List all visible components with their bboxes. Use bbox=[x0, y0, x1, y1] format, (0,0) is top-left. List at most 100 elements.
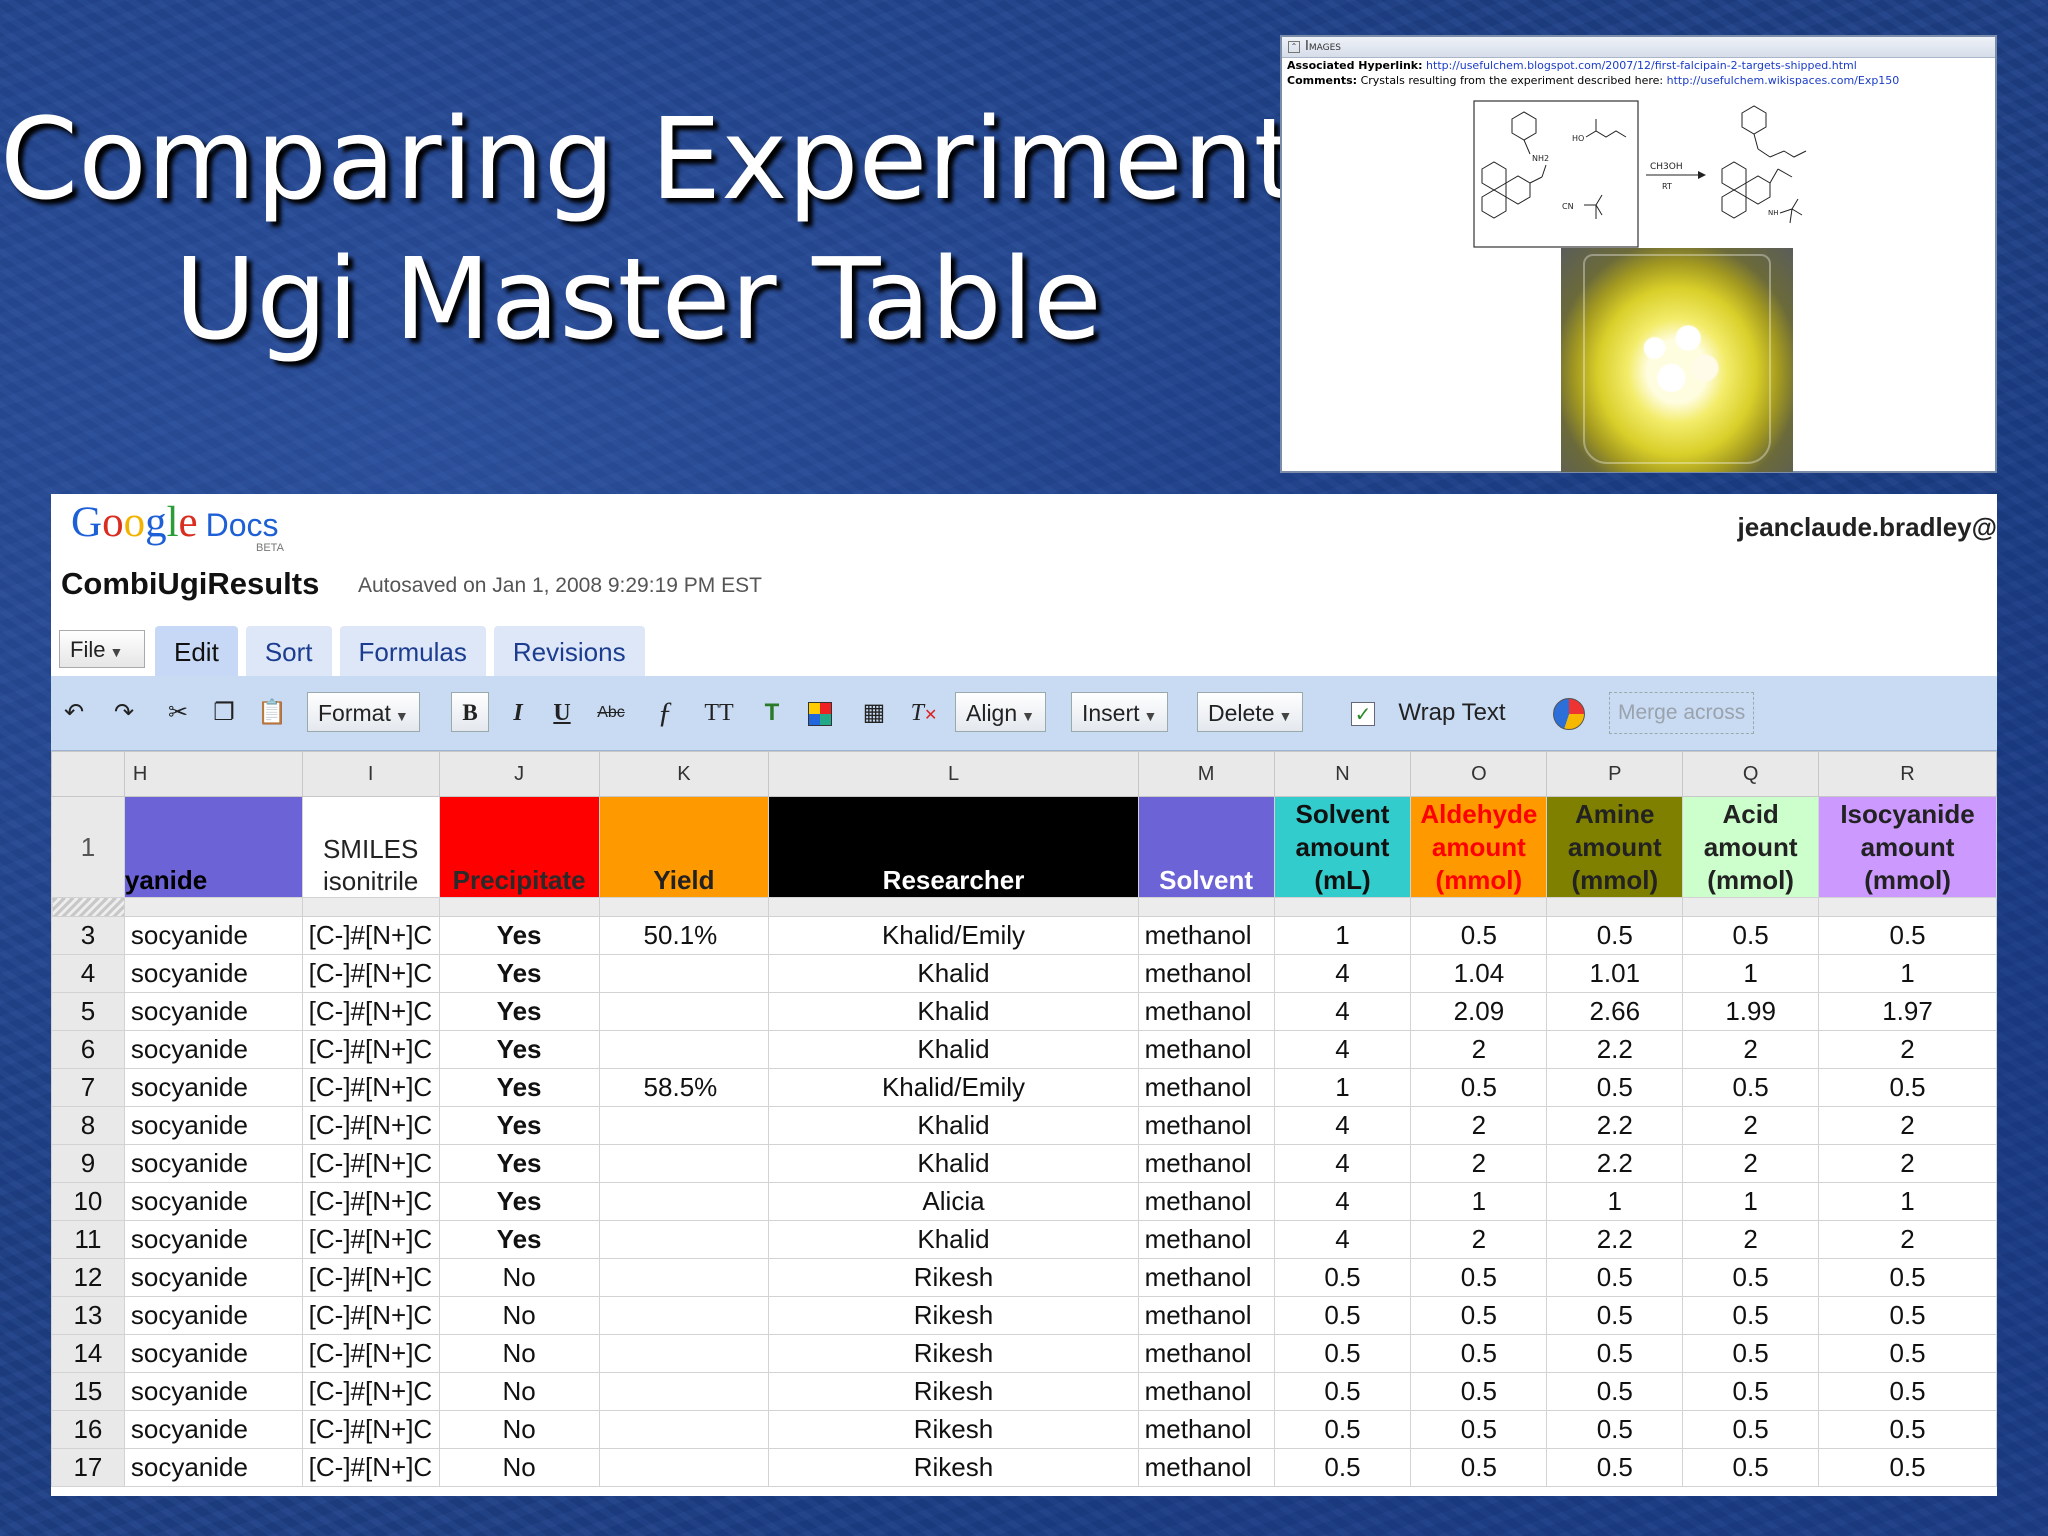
cell-i[interactable]: [C-]#[N+]C bbox=[301, 1144, 440, 1183]
cell-q[interactable]: 0.5 bbox=[1682, 1258, 1820, 1297]
column-header[interactable]: P bbox=[1546, 751, 1684, 797]
delete-menu-button[interactable]: Delete ▼ bbox=[1197, 692, 1304, 732]
cell-l[interactable]: Rikesh bbox=[768, 1448, 1139, 1487]
cell-m[interactable]: methanol bbox=[1137, 1144, 1275, 1183]
header-cell[interactable]: Researcher bbox=[768, 796, 1139, 898]
cell-o[interactable]: 2.09 bbox=[1410, 992, 1548, 1031]
cell-r[interactable]: 0.5 bbox=[1818, 1334, 1997, 1373]
row-number[interactable]: 8 bbox=[51, 1106, 125, 1145]
insert-menu-button[interactable]: Insert ▼ bbox=[1071, 692, 1169, 732]
tab-edit[interactable]: Edit bbox=[155, 626, 238, 676]
cell-i[interactable]: [C-]#[N+]C bbox=[301, 992, 440, 1031]
cell-m[interactable]: methanol bbox=[1137, 1296, 1275, 1335]
cell-r[interactable]: 2 bbox=[1818, 1144, 1997, 1183]
wrap-text-checkbox[interactable]: ✓ bbox=[1351, 702, 1375, 726]
cell-h[interactable]: socyanide bbox=[123, 992, 303, 1031]
cell-h[interactable]: socyanide bbox=[123, 1372, 303, 1411]
cell-o[interactable]: 2 bbox=[1410, 1106, 1548, 1145]
cell-k[interactable] bbox=[598, 992, 770, 1031]
row-number[interactable]: 13 bbox=[51, 1296, 125, 1335]
cell-r[interactable]: 1.97 bbox=[1818, 992, 1997, 1031]
cell-r[interactable]: 0.5 bbox=[1818, 1258, 1997, 1297]
cell-p[interactable]: 0.5 bbox=[1546, 1258, 1684, 1297]
cell-r[interactable]: 0.5 bbox=[1818, 1410, 1997, 1449]
format-menu-button[interactable]: Format ▼ bbox=[307, 692, 420, 732]
cell-q[interactable]: 2 bbox=[1682, 1106, 1820, 1145]
cell-j[interactable]: Yes bbox=[438, 1106, 600, 1145]
cell-h[interactable]: socyanide bbox=[123, 1182, 303, 1221]
cell-k[interactable] bbox=[598, 1182, 770, 1221]
row-number[interactable]: 6 bbox=[51, 1030, 125, 1069]
cell-q[interactable]: 0.5 bbox=[1682, 1334, 1820, 1373]
copy-icon[interactable]: ❐ bbox=[209, 676, 239, 750]
cell-q[interactable]: 0.5 bbox=[1682, 1372, 1820, 1411]
align-menu-button[interactable]: Align ▼ bbox=[955, 692, 1047, 732]
italic-button[interactable]: I bbox=[503, 676, 533, 750]
cell-l[interactable]: Rikesh bbox=[768, 1410, 1139, 1449]
cell-j[interactable]: Yes bbox=[438, 1068, 600, 1107]
cell-h[interactable]: socyanide bbox=[123, 1296, 303, 1335]
row-number[interactable]: 14 bbox=[51, 1334, 125, 1373]
comments-url[interactable]: http://usefulchem.wikispaces.com/Exp150 bbox=[1667, 74, 1900, 87]
header-cell[interactable]: yanide bbox=[123, 796, 303, 898]
clear-formatting-icon[interactable]: T✕ bbox=[907, 676, 941, 750]
font-size-icon[interactable]: TT bbox=[697, 676, 741, 750]
cell-l[interactable]: Khalid bbox=[768, 1144, 1139, 1183]
column-header[interactable]: M bbox=[1137, 751, 1275, 797]
cell-r[interactable]: 1 bbox=[1818, 954, 1997, 993]
cell-p[interactable]: 0.5 bbox=[1546, 1334, 1684, 1373]
cell-p[interactable]: 1.01 bbox=[1546, 954, 1684, 993]
cell-l[interactable]: Rikesh bbox=[768, 1372, 1139, 1411]
cell-l[interactable]: Khalid bbox=[768, 1106, 1139, 1145]
strikethrough-button[interactable]: Abc bbox=[591, 676, 631, 750]
tab-revisions[interactable]: Revisions bbox=[493, 626, 645, 676]
cell-i[interactable]: [C-]#[N+]C bbox=[301, 1448, 440, 1487]
cell-n[interactable]: 1 bbox=[1273, 1068, 1412, 1107]
column-header[interactable]: H bbox=[123, 751, 303, 797]
cell-m[interactable]: methanol bbox=[1137, 916, 1275, 955]
cell-k[interactable] bbox=[598, 1296, 770, 1335]
cell-j[interactable]: No bbox=[438, 1334, 600, 1373]
cell-n[interactable]: 0.5 bbox=[1273, 1296, 1412, 1335]
cell-j[interactable]: Yes bbox=[438, 992, 600, 1031]
underline-button[interactable]: U bbox=[547, 676, 577, 750]
cell-p[interactable]: 2.66 bbox=[1546, 992, 1684, 1031]
cell-q[interactable]: 0.5 bbox=[1682, 916, 1820, 955]
cell-p[interactable]: 1 bbox=[1546, 1182, 1684, 1221]
background-color-icon[interactable] bbox=[803, 676, 837, 750]
cell-k[interactable] bbox=[598, 1030, 770, 1069]
cell-k[interactable]: 50.1% bbox=[598, 916, 770, 955]
row-number[interactable]: 5 bbox=[51, 992, 125, 1031]
tab-formulas[interactable]: Formulas bbox=[339, 626, 486, 676]
cell-p[interactable]: 2.2 bbox=[1546, 1106, 1684, 1145]
freeze-handle[interactable] bbox=[51, 897, 125, 917]
cell-q[interactable]: 1 bbox=[1682, 954, 1820, 993]
cell-i[interactable]: [C-]#[N+]C bbox=[301, 1296, 440, 1335]
cell-m[interactable]: methanol bbox=[1137, 1410, 1275, 1449]
bold-button[interactable]: B bbox=[451, 692, 489, 732]
cell-i[interactable]: [C-]#[N+]C bbox=[301, 1220, 440, 1259]
cell-o[interactable]: 0.5 bbox=[1410, 1448, 1548, 1487]
cell-h[interactable]: socyanide bbox=[123, 1144, 303, 1183]
cell-p[interactable]: 0.5 bbox=[1546, 1410, 1684, 1449]
borders-icon[interactable]: ▦ bbox=[857, 676, 891, 750]
cell-p[interactable]: 0.5 bbox=[1546, 1068, 1684, 1107]
column-header[interactable]: L bbox=[768, 751, 1139, 797]
cell-k[interactable] bbox=[598, 1410, 770, 1449]
cell-l[interactable]: Khalid bbox=[768, 992, 1139, 1031]
merge-across-button[interactable]: Merge across bbox=[1609, 692, 1755, 734]
cell-p[interactable]: 0.5 bbox=[1546, 916, 1684, 955]
cell-m[interactable]: methanol bbox=[1137, 992, 1275, 1031]
cell-i[interactable]: [C-]#[N+]C bbox=[301, 916, 440, 955]
header-cell[interactable]: Solvent amount (mL) bbox=[1273, 796, 1412, 898]
cell-o[interactable]: 0.5 bbox=[1410, 1296, 1548, 1335]
cell-m[interactable]: methanol bbox=[1137, 1030, 1275, 1069]
row-number[interactable]: 3 bbox=[51, 916, 125, 955]
cell-n[interactable]: 4 bbox=[1273, 1182, 1412, 1221]
cell-h[interactable]: socyanide bbox=[123, 1258, 303, 1297]
cell-k[interactable] bbox=[598, 1372, 770, 1411]
column-header[interactable]: R bbox=[1818, 751, 1997, 797]
cell-r[interactable]: 1 bbox=[1818, 1182, 1997, 1221]
cell-m[interactable]: methanol bbox=[1137, 1106, 1275, 1145]
cell-r[interactable]: 0.5 bbox=[1818, 1372, 1997, 1411]
